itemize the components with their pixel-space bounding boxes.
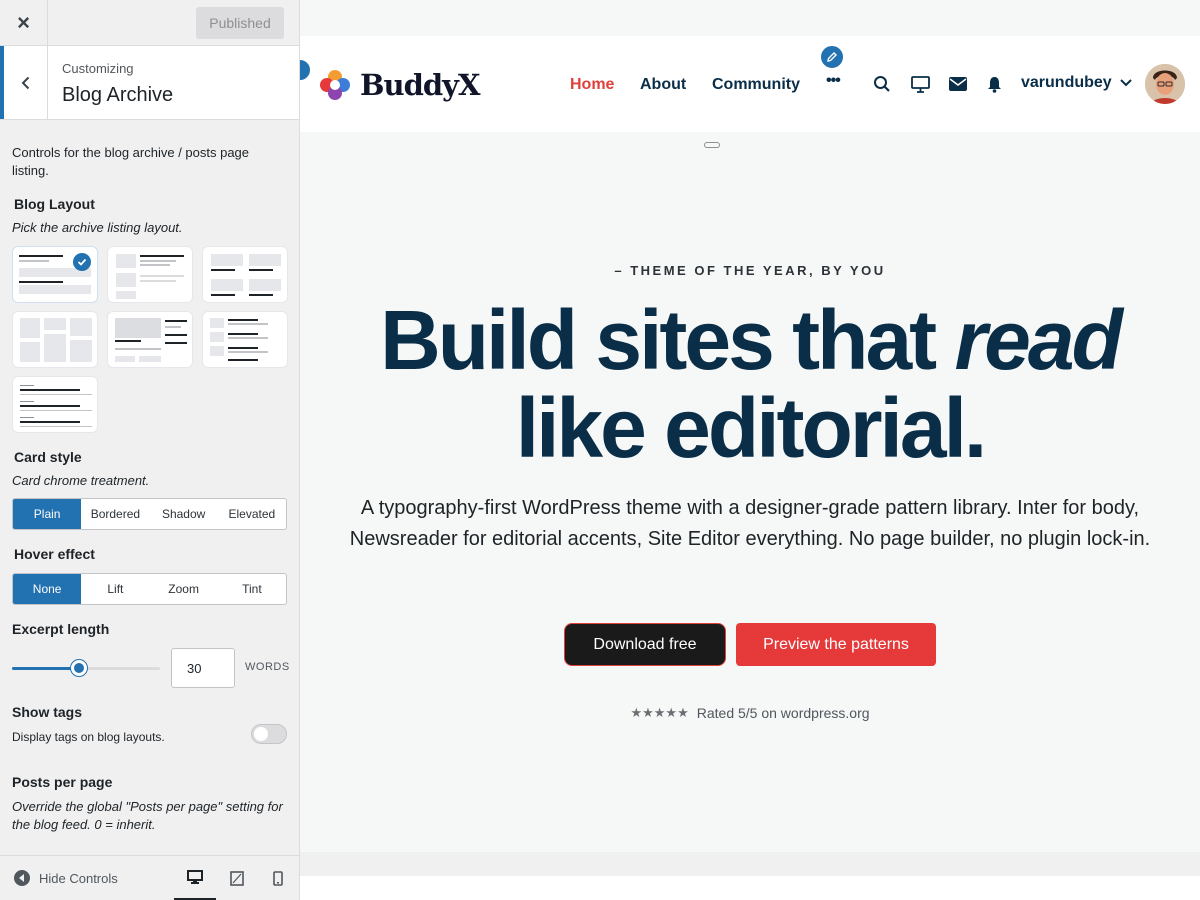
site-preview: BuddyX Home About Community ••• varundub…: [300, 0, 1200, 900]
logo-mark-icon: [320, 70, 350, 100]
blog-layout-help: Pick the archive listing layout.: [12, 220, 183, 235]
card-style-plain[interactable]: Plain: [13, 499, 82, 529]
hero-title-prefix: Build sites that: [380, 293, 955, 387]
rating-text: Rated 5/5 on wordpress.org: [696, 705, 870, 721]
hover-effect-none[interactable]: None: [13, 574, 82, 604]
card-style-shadow[interactable]: Shadow: [150, 499, 218, 529]
section-divider: [300, 852, 1200, 876]
show-tags-description: Display tags on blog layouts.: [12, 730, 165, 744]
layout-option-grid-2[interactable]: [202, 246, 288, 303]
slider-handle[interactable]: [70, 660, 87, 676]
card-style-help: Card chrome treatment.: [12, 473, 150, 488]
monitor-icon[interactable]: [910, 74, 930, 94]
hover-effect-lift[interactable]: Lift: [81, 574, 149, 604]
posts-per-page-help: Override the global "Posts per page" set…: [12, 799, 283, 832]
hover-effect-tint[interactable]: Tint: [218, 574, 286, 604]
customizer-sidebar: × Published Customizing Blog Archive Con…: [0, 0, 300, 900]
excerpt-length-unit: WORDS: [245, 661, 290, 673]
pencil-icon[interactable]: [819, 44, 845, 70]
back-button[interactable]: [0, 46, 48, 119]
customizer-footer: Hide Controls: [0, 855, 299, 900]
layout-option-text-only[interactable]: [12, 376, 98, 433]
next-section: [300, 876, 1200, 900]
slider-fill: [12, 667, 79, 670]
posts-per-page-title: Posts per page: [12, 774, 113, 790]
star-rating-icon: ★★★★★: [630, 705, 689, 720]
collapse-icon: [14, 870, 30, 886]
layout-picker: [12, 246, 288, 433]
bell-icon[interactable]: [984, 74, 1004, 94]
hero-title-line-2: like editorial.: [515, 381, 988, 475]
nav-more-icon[interactable]: •••: [826, 72, 841, 90]
nav-about[interactable]: About: [640, 76, 686, 94]
username: varundubey: [1021, 74, 1112, 91]
site-logo[interactable]: BuddyX: [316, 66, 481, 104]
card-style-elevated[interactable]: Elevated: [218, 499, 286, 529]
blog-layout-title: Blog Layout: [14, 196, 95, 212]
hero-title: Build sites that read like editorial.: [300, 296, 1200, 472]
user-menu[interactable]: varundubey: [1021, 74, 1132, 92]
hide-controls-button[interactable]: Hide Controls: [14, 870, 118, 886]
excerpt-length-control: 30 WORDS: [12, 648, 290, 688]
nav-home[interactable]: Home: [570, 76, 614, 94]
toggle-knob: [254, 727, 268, 741]
layout-option-featured[interactable]: [107, 311, 193, 368]
show-tags-control: Display tags on blog layouts.: [12, 724, 287, 760]
show-tags-toggle[interactable]: [251, 724, 287, 744]
preview-patterns-button[interactable]: Preview the patterns: [736, 623, 936, 666]
layout-option-list[interactable]: [12, 246, 98, 303]
excerpt-slider[interactable]: [12, 660, 160, 676]
hover-effect-zoom[interactable]: Zoom: [150, 574, 218, 604]
rating: ★★★★★ Rated 5/5 on wordpress.org: [300, 705, 1200, 721]
hero-title-line-1: Build sites that read: [300, 296, 1200, 384]
section-header: Customizing Blog Archive: [0, 46, 299, 120]
layout-option-compact[interactable]: [202, 311, 288, 368]
hover-effect-control: None Lift Zoom Tint: [12, 573, 287, 605]
download-button[interactable]: Download free: [564, 623, 726, 666]
customizing-label: Customizing: [62, 61, 134, 76]
avatar[interactable]: [1145, 64, 1185, 104]
mail-icon[interactable]: [948, 74, 968, 94]
customizer-topbar: × Published: [0, 0, 299, 46]
drag-handle[interactable]: [704, 142, 720, 148]
layout-option-masonry[interactable]: [12, 311, 98, 368]
search-icon[interactable]: [872, 74, 892, 94]
chevron-left-icon: [21, 76, 29, 89]
nav-community[interactable]: Community: [712, 76, 800, 94]
tablet-icon[interactable]: [216, 856, 258, 900]
desktop-icon[interactable]: [174, 856, 216, 900]
hover-effect-title: Hover effect: [14, 546, 95, 562]
section-title: Blog Archive: [62, 84, 174, 106]
published-button[interactable]: Published: [196, 7, 284, 39]
controls-panel: Controls for the blog archive / posts pa…: [0, 144, 299, 834]
check-icon: [73, 253, 91, 271]
section-description: Controls for the blog archive / posts pa…: [12, 145, 250, 178]
hide-controls-label: Hide Controls: [39, 870, 118, 886]
excerpt-length-input[interactable]: 30: [171, 648, 235, 688]
excerpt-length-title: Excerpt length: [12, 621, 110, 637]
card-style-bordered[interactable]: Bordered: [81, 499, 149, 529]
card-style-title: Card style: [14, 449, 82, 465]
show-tags-title: Show tags: [12, 704, 83, 720]
mobile-icon[interactable]: [257, 856, 299, 900]
hero-title-emphasis: read: [954, 293, 1122, 387]
site-header: BuddyX Home About Community ••• varundub…: [300, 36, 1200, 132]
card-style-control: Plain Bordered Shadow Elevated: [12, 498, 287, 530]
chevron-down-icon: [1119, 79, 1132, 87]
hero-subtitle: A typography-first WordPress theme with …: [349, 497, 1151, 550]
hero-kicker: – THEME OF THE YEAR, BY YOU: [614, 263, 886, 278]
layout-option-side-image[interactable]: [107, 246, 193, 303]
edit-shortcut-icon[interactable]: [300, 58, 312, 82]
close-icon[interactable]: ×: [0, 0, 48, 45]
logo-text: BuddyX: [360, 68, 481, 102]
